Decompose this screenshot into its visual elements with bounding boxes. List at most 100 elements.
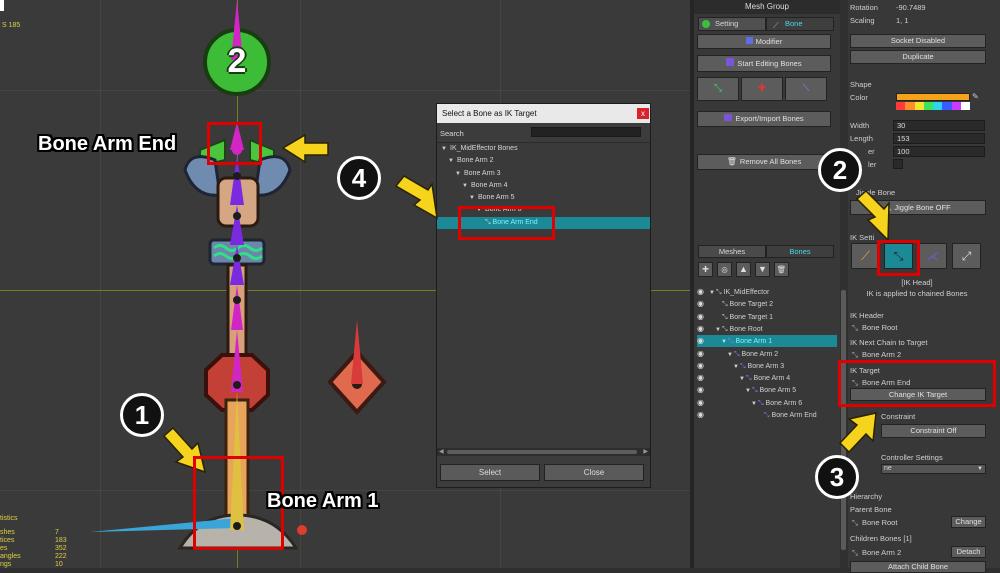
close-button[interactable]: Close: [544, 464, 644, 481]
start-editing-bones-button[interactable]: Start Editing Bones: [697, 55, 831, 72]
visibility-eye-icon[interactable]: ◉: [697, 286, 707, 298]
expand-arrow-icon[interactable]: ▼: [455, 168, 464, 180]
close-icon[interactable]: x: [637, 108, 649, 119]
hierarchy-row[interactable]: ◉ ▼⤡ Bone Arm 2: [697, 348, 837, 360]
tab-meshes[interactable]: Meshes: [698, 245, 766, 258]
change-parent-button[interactable]: Change: [951, 516, 986, 528]
link-bone-tool-button[interactable]: ⟍: [785, 77, 827, 101]
hierarchy-row[interactable]: ◉ ▼⤡ Bone Arm 3: [697, 360, 837, 372]
move-down-icon[interactable]: ▼: [755, 262, 770, 277]
modifier-button[interactable]: Modifier: [697, 34, 831, 49]
select-button[interactable]: Select: [440, 464, 540, 481]
tab-bone[interactable]: ⟋ Bone: [766, 17, 834, 31]
visibility-eye-icon[interactable]: ◉: [697, 323, 707, 335]
scroll-left-icon[interactable]: ◀: [439, 448, 444, 455]
expand-arrow-icon[interactable]: ▼: [715, 324, 722, 336]
hierarchy-row[interactable]: ◉ ▼⤡ IK_MidEffector: [697, 286, 837, 298]
hierarchy-row-label: Bone Arm 2: [741, 350, 779, 358]
expand-arrow-icon[interactable]: ▼: [739, 373, 746, 385]
hierarchy-row[interactable]: ◉ ▼⤡ Bone Arm 4: [697, 372, 837, 384]
ik-mode-single-button[interactable]: ⟋: [851, 243, 880, 269]
bone-icon: ⤡: [722, 301, 730, 309]
scroll-thumb[interactable]: [447, 450, 637, 454]
stats-label: shes: [0, 529, 15, 536]
remove-all-bones-button[interactable]: 🗑 Remove All Bones: [697, 154, 831, 170]
add-bone-tool-button[interactable]: ⤡: [697, 77, 739, 101]
controller-dropdown[interactable]: ne ▼: [881, 464, 986, 474]
stats-value: 183: [55, 537, 67, 544]
expand-arrow-icon[interactable]: ▼: [448, 155, 457, 167]
expand-arrow-icon[interactable]: ▼: [709, 287, 716, 299]
export-icon: [724, 114, 733, 121]
shape-label: Shape: [850, 80, 872, 89]
green-disc-number: 2: [227, 42, 247, 80]
visibility-eye-icon[interactable]: ◉: [697, 298, 707, 310]
hierarchy-label: Hierarchy: [850, 492, 883, 501]
dialog-tree-item[interactable]: ▼ Bone Arm 5: [437, 192, 650, 204]
hierarchy-row[interactable]: ◉ ⤡ Bone Target 2: [697, 298, 837, 310]
expand-arrow-icon[interactable]: ▼: [441, 143, 450, 155]
dialog-tree-item[interactable]: ▼ Bone Arm 4: [437, 180, 650, 192]
layers-icon[interactable]: ◎: [717, 262, 732, 277]
ik-mode-chained-button[interactable]: ⋌: [918, 243, 947, 269]
delete-icon[interactable]: 🗑: [774, 262, 789, 277]
visibility-eye-icon[interactable]: ◉: [697, 311, 707, 323]
socket-disabled-button[interactable]: Socket Disabled: [850, 34, 986, 48]
select-bone-tool-button[interactable]: ✚: [741, 77, 783, 101]
hierarchy-row[interactable]: ◉ ▼⤡ Bone Arm 5: [697, 384, 837, 396]
search-input[interactable]: [531, 127, 641, 137]
expand-arrow-icon[interactable]: ▼: [751, 398, 758, 410]
visibility-eye-icon[interactable]: ◉: [697, 384, 707, 396]
scroll-right-icon[interactable]: ▶: [643, 448, 648, 455]
expand-arrow-icon[interactable]: ▼: [727, 349, 734, 361]
hierarchy-row[interactable]: ◉ ▼⤡ Bone Arm 6: [697, 397, 837, 409]
visibility-eye-icon[interactable]: ◉: [697, 397, 707, 409]
color-swatch[interactable]: [896, 93, 970, 101]
dialog-tree-item[interactable]: ▼ IK_MidEffector Bones: [437, 143, 650, 155]
hierarchy-row[interactable]: ◉ ⤡ Bone Target 1: [697, 311, 837, 323]
expand-arrow-icon[interactable]: ▼: [721, 336, 728, 348]
move-up-icon[interactable]: ▲: [736, 262, 751, 277]
expand-arrow-icon[interactable]: ▼: [462, 180, 471, 192]
helper-checkbox[interactable]: [893, 159, 903, 169]
dialog-horizontal-scrollbar[interactable]: ◀ ▶: [437, 448, 650, 456]
visibility-eye-icon[interactable]: ◉: [697, 372, 707, 384]
visibility-eye-icon[interactable]: ◉: [697, 360, 707, 372]
dialog-titlebar[interactable]: Select a Bone as IK Target x: [437, 104, 650, 123]
taper-field[interactable]: 100: [893, 146, 985, 157]
dialog-tree-item[interactable]: ▼ Bone Arm 2: [437, 155, 650, 167]
ik-next-chain-label: IK Next Chain to Target: [850, 338, 928, 347]
bone-icon: ⤡: [722, 325, 730, 333]
dialog-tree-item-label: IK_MidEffector Bones: [450, 145, 518, 152]
dialog-tree-item[interactable]: ▼ Bone Arm 3: [437, 168, 650, 180]
expand-arrow-icon[interactable]: ▼: [733, 361, 740, 373]
bone-icon: ⤡: [852, 548, 858, 557]
hierarchy-row[interactable]: ◉ ⤡ Bone Arm End: [697, 409, 837, 421]
attach-child-bone-button[interactable]: Attach Child Bone: [850, 561, 986, 573]
ik-header-value: ⤡ Bone Root: [852, 323, 898, 332]
hierarchy-row[interactable]: ◉ ▼⤡ Bone Root: [697, 323, 837, 335]
color-palette[interactable]: [896, 102, 970, 110]
visibility-eye-icon[interactable]: ◉: [697, 409, 707, 421]
mesh-group-header: Mesh Group: [694, 0, 840, 14]
export-import-bones-button[interactable]: Export/Import Bones: [697, 111, 831, 127]
jiggle-bone-button[interactable]: ⤡ Jiggle Bone OFF: [850, 200, 986, 215]
tab-bones[interactable]: Bones: [766, 245, 834, 258]
detach-button[interactable]: Detach: [951, 546, 986, 558]
expand-arrow-icon[interactable]: ▼: [469, 192, 478, 204]
ik-mode-other-button[interactable]: ⤢: [952, 243, 981, 269]
constraint-off-button[interactable]: Constraint Off: [881, 424, 986, 438]
expand-arrow-icon[interactable]: ▼: [745, 385, 752, 397]
visibility-eye-icon[interactable]: ◉: [697, 348, 707, 360]
highlight-dialog-target: [458, 206, 555, 240]
length-field[interactable]: 153: [893, 133, 985, 144]
hierarchy-row[interactable]: ◉ ▼⤡ Bone Arm 1: [697, 335, 837, 348]
eyedropper-icon[interactable]: ✎: [972, 92, 979, 101]
scroll-thumb[interactable]: [841, 290, 846, 550]
duplicate-button[interactable]: Duplicate: [850, 50, 986, 64]
visibility-eye-icon[interactable]: ◉: [697, 335, 707, 347]
width-field[interactable]: 30: [893, 120, 985, 131]
add-icon[interactable]: +: [698, 262, 713, 277]
tab-setting[interactable]: Setting: [698, 17, 766, 31]
stats-label: tices: [0, 537, 15, 544]
